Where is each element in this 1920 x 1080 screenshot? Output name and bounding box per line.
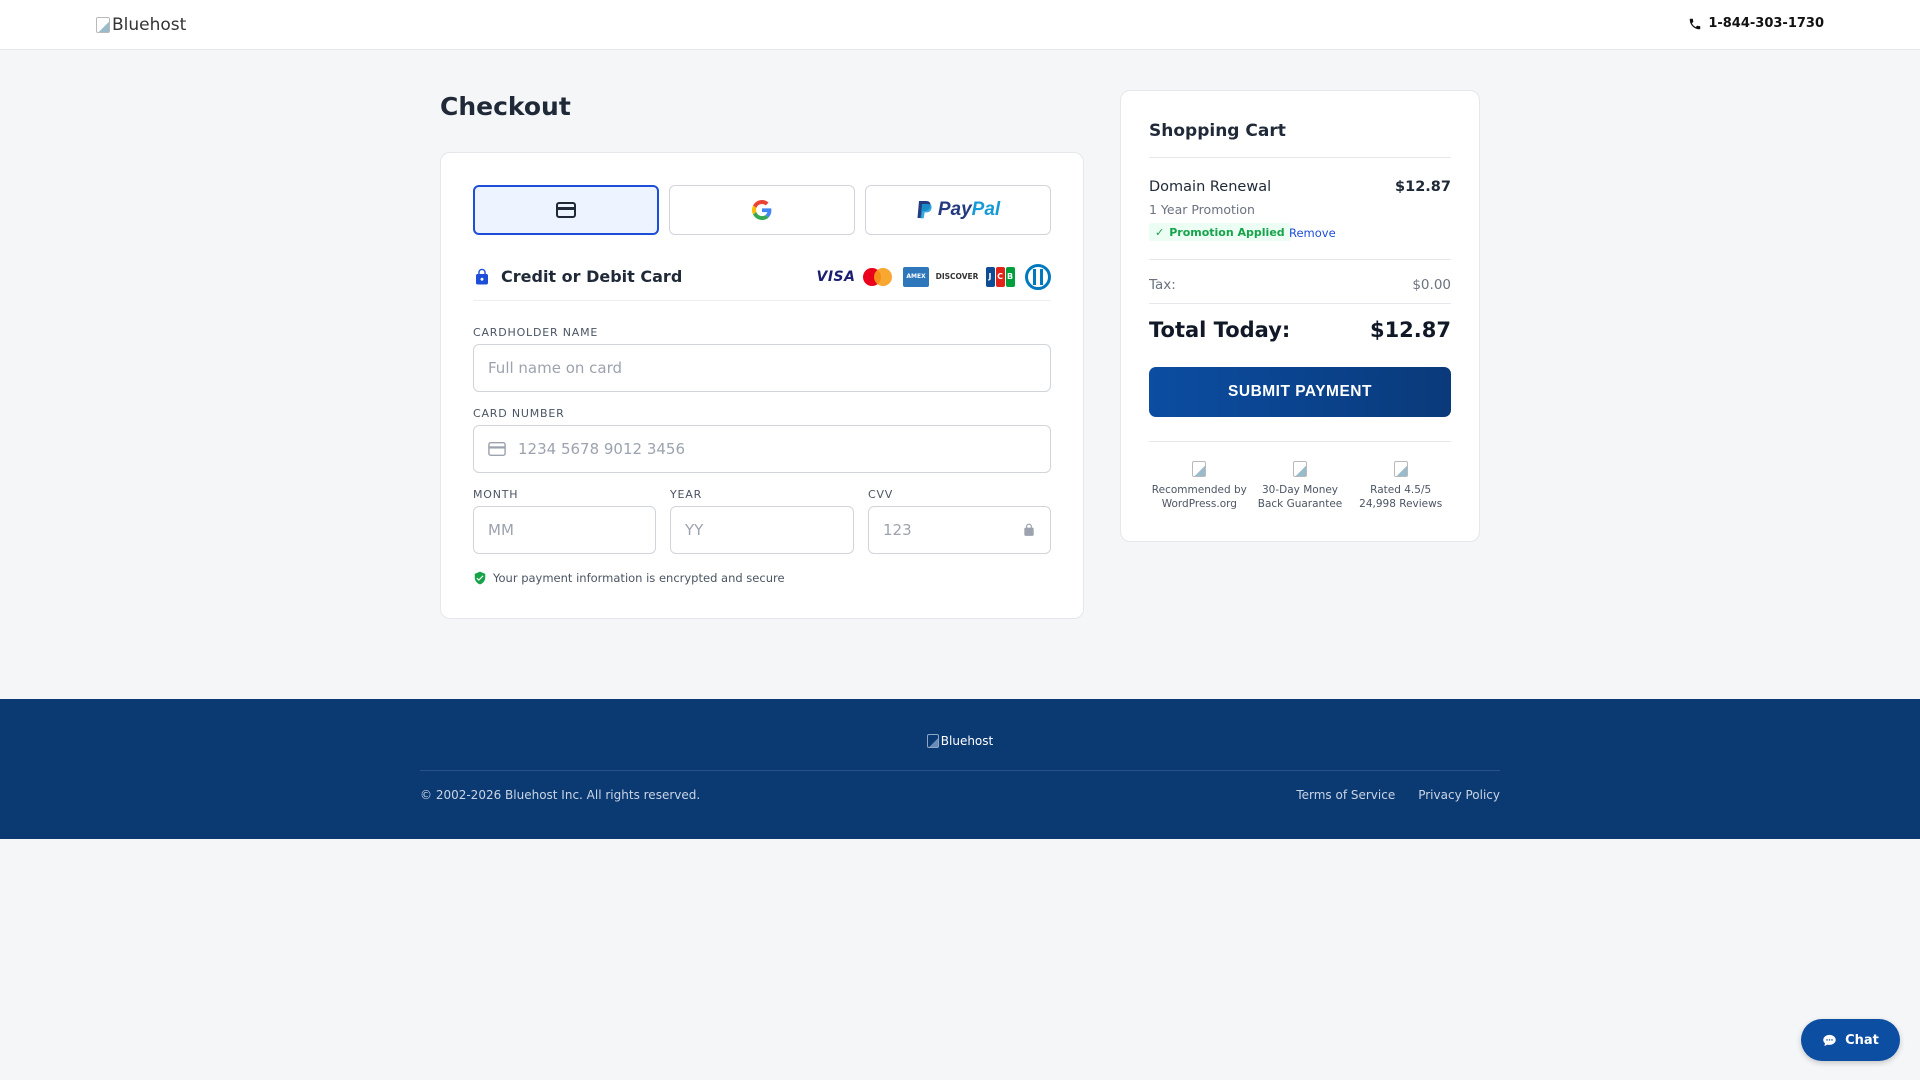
card-number-input[interactable]: [518, 440, 1036, 458]
cart-item-term: 1 Year Promotion: [1149, 202, 1255, 217]
cvv-field[interactable]: [868, 506, 1051, 554]
copyright-text: © 2002-2026 Bluehost Inc. All rights res…: [420, 788, 701, 802]
cart-title: Shopping Cart: [1149, 121, 1286, 141]
badge-line-2: 24,998 Reviews: [1359, 498, 1443, 510]
discover-icon: DISCOVER: [935, 272, 979, 281]
cart-item-name: Domain Renewal: [1149, 179, 1272, 195]
phone-icon: [1690, 18, 1701, 29]
broken-image-icon: [1393, 461, 1408, 477]
bluehost-logo[interactable]: Bluehost: [96, 15, 186, 35]
trust-badge-guarantee: 30-Day Money Back Guarantee: [1250, 461, 1351, 511]
lock-icon: [476, 268, 488, 284]
footer: Bluehost © 2002-2026 Bluehost Inc. All r…: [0, 699, 1920, 839]
credit-card-icon: [488, 441, 506, 457]
secure-note-text: Your payment information is encrypted an…: [493, 571, 785, 585]
chat-button[interactable]: Chat: [1801, 1019, 1900, 1061]
remove-promotion-link[interactable]: Remove: [1289, 226, 1336, 240]
logo-alt-text: Bluehost: [112, 15, 187, 35]
badge-line-1: 30-Day Money: [1261, 484, 1339, 496]
card-number-field[interactable]: [473, 425, 1051, 473]
cardholder-name-field[interactable]: [473, 344, 1051, 392]
paypal-text-pay: Pay: [937, 199, 972, 220]
paypal-text-pal: Pal: [971, 199, 1001, 220]
badge-line-2: Back Guarantee: [1257, 498, 1343, 510]
footer-bluehost-logo[interactable]: Bluehost: [0, 734, 1920, 748]
month-label: MONTH: [473, 488, 519, 501]
divider: [1149, 303, 1451, 304]
shopping-cart-panel: Shopping Cart Domain Renewal $12.87 1 Ye…: [1120, 90, 1480, 542]
credit-card-icon: [556, 202, 576, 218]
jcb-icon: JCB: [985, 266, 1015, 287]
card-method-button[interactable]: [473, 185, 659, 235]
chat-bubble-icon: [1823, 1034, 1836, 1046]
google-pay-button[interactable]: [669, 185, 855, 235]
month-input[interactable]: [488, 521, 641, 539]
divider: [1149, 157, 1451, 158]
cvv-input[interactable]: [883, 521, 1014, 539]
year-label: YEAR: [670, 488, 703, 501]
month-field[interactable]: [473, 506, 656, 554]
phone-number: 1-844-303-1730: [1708, 16, 1824, 31]
year-input[interactable]: [685, 521, 839, 539]
payment-card: PayPal Credit or Debit Card VISA AMEX DI…: [440, 152, 1084, 619]
chat-label: Chat: [1845, 1032, 1879, 1048]
privacy-policy-link[interactable]: Privacy Policy: [1418, 788, 1500, 802]
top-header: Bluehost 1-844-303-1730: [0, 0, 1920, 50]
cvv-label: CVV: [868, 488, 894, 501]
cart-item-price: $12.87: [1395, 179, 1451, 195]
tax-value: $0.00: [1412, 277, 1451, 293]
year-field[interactable]: [670, 506, 854, 554]
broken-image-icon: [1192, 461, 1207, 477]
visa-icon: VISA: [816, 268, 856, 285]
broken-image-icon: [1293, 461, 1307, 477]
badge-line-1: Recommended by: [1151, 484, 1247, 496]
card-section-label: Credit or Debit Card: [501, 267, 683, 286]
shield-check-icon: [474, 571, 486, 585]
cardholder-name-label: CARDHOLDER NAME: [473, 326, 599, 339]
mastercard-icon: [863, 267, 893, 287]
cardholder-name-input[interactable]: [488, 359, 1036, 377]
divider: [1149, 441, 1451, 442]
promotion-badge: ✓ Promotion Applied: [1149, 223, 1291, 241]
secure-payment-note: Your payment information is encrypted an…: [473, 571, 785, 585]
google-icon: [752, 200, 772, 220]
card-brand-logos: VISA AMEX DISCOVER JCB: [816, 263, 1051, 290]
submit-payment-button[interactable]: SUBMIT PAYMENT: [1149, 367, 1451, 417]
footer-links: Terms of Service Privacy Policy: [1296, 788, 1500, 802]
trust-badge-rating: Rated 4.5/5 24,998 Reviews: [1350, 461, 1451, 511]
badge-line-2: WordPress.org: [1161, 498, 1237, 510]
footer-divider: [420, 770, 1500, 771]
total-label: Total Today:: [1149, 318, 1291, 342]
promotion-badge-text: Promotion Applied: [1169, 225, 1285, 239]
terms-of-service-link[interactable]: Terms of Service: [1296, 788, 1395, 802]
card-section-header: Credit or Debit Card VISA AMEX DISCOVER …: [473, 263, 1051, 301]
footer-logo-alt-text: Bluehost: [940, 734, 994, 748]
diners-club-icon: [1025, 263, 1051, 290]
check-icon: ✓: [1155, 225, 1165, 239]
total-value: $12.87: [1369, 318, 1451, 342]
trust-badges: Recommended by WordPress.org 30-Day Mone…: [1149, 461, 1451, 511]
lock-icon: [1024, 523, 1034, 536]
broken-image-icon: [926, 734, 939, 748]
broken-image-icon: [96, 17, 110, 33]
divider: [1149, 259, 1451, 260]
paypal-button[interactable]: PayPal: [865, 185, 1051, 235]
tax-label: Tax:: [1149, 277, 1176, 293]
amex-icon: AMEX: [903, 266, 929, 287]
page-title: Checkout: [440, 92, 571, 121]
card-number-label: CARD NUMBER: [473, 407, 565, 420]
payment-method-selector: PayPal: [473, 185, 1051, 235]
trust-badge-wordpress: Recommended by WordPress.org: [1149, 461, 1250, 511]
badge-line-1: Rated 4.5/5: [1370, 484, 1432, 496]
paypal-icon: [917, 201, 932, 219]
phone-link[interactable]: 1-844-303-1730: [1688, 16, 1824, 31]
